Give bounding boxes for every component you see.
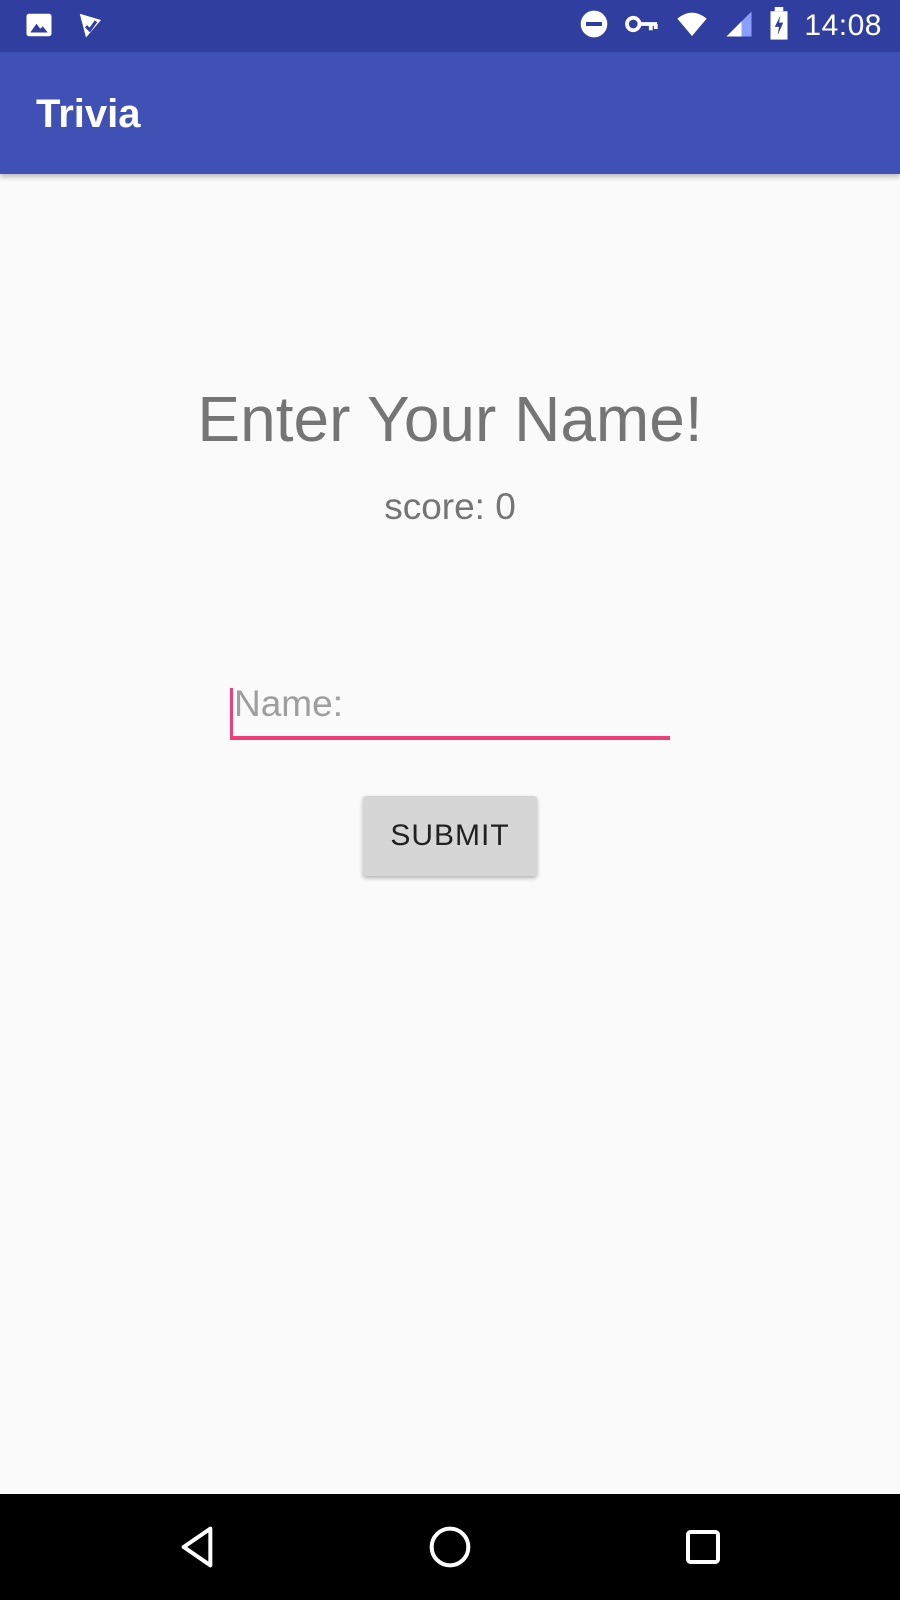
vpn-key-icon — [624, 9, 660, 44]
wifi-icon — [674, 8, 710, 45]
status-bar-right: 14:08 — [578, 6, 882, 46]
recents-icon[interactable] — [676, 1520, 730, 1574]
play-store-icon — [76, 10, 106, 45]
cell-signal-icon — [724, 8, 754, 45]
battery-charging-icon — [768, 6, 790, 46]
home-icon[interactable] — [423, 1520, 477, 1574]
app-bar: Trivia — [0, 52, 900, 174]
status-bar: 14:08 — [0, 0, 900, 52]
navigation-bar — [0, 1494, 900, 1600]
image-notification-icon — [24, 10, 54, 45]
do-not-disturb-icon — [578, 8, 610, 45]
name-input[interactable] — [230, 674, 670, 734]
app-title: Trivia — [36, 92, 141, 136]
main-content: Enter Your Name! score: 0 SUBMIT — [0, 174, 900, 1494]
status-clock: 14:08 — [804, 9, 882, 42]
page-title: Enter Your Name! — [197, 383, 703, 455]
score-label: score: 0 — [384, 486, 516, 527]
status-bar-left — [24, 10, 106, 45]
back-icon[interactable] — [170, 1520, 224, 1574]
name-field[interactable] — [230, 674, 670, 740]
submit-button[interactable]: SUBMIT — [363, 796, 537, 876]
